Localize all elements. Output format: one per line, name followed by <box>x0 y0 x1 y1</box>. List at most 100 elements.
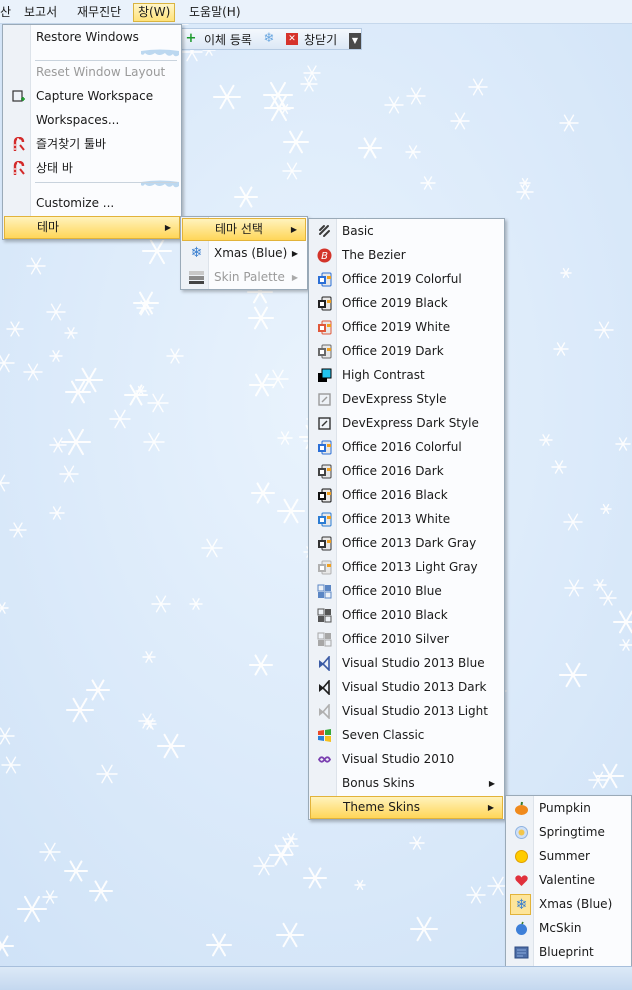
status-bar-label: 상태 바 <box>36 161 73 175</box>
office2010-icon <box>317 584 332 599</box>
add-transfer-button[interactable]: 이체 등록 <box>204 31 252 49</box>
skin-item[interactable]: Office 2016 Colorful <box>310 436 503 459</box>
skin-item[interactable]: Office 2016 Dark <box>310 460 503 483</box>
close-icon[interactable]: ✕ <box>286 33 298 45</box>
skin-item[interactable]: Office 2010 Blue <box>310 580 503 603</box>
skin-label: Office 2019 Colorful <box>342 272 462 286</box>
skin-item[interactable]: Visual Studio 2013 Dark <box>310 676 503 699</box>
plus-icon[interactable]: + <box>184 32 198 46</box>
skin-item[interactable]: Seven Classic <box>310 724 503 747</box>
submenu-arrow-icon: ▶ <box>290 225 297 234</box>
devexpress-icon <box>318 417 331 430</box>
skin-label: Seven Classic <box>342 728 425 742</box>
office-icon <box>318 272 332 287</box>
theme-skin-item[interactable]: Valentine <box>507 869 630 892</box>
submenu-arrow-icon: ▶ <box>291 249 298 258</box>
snowflake-icon: ❄ <box>263 31 275 46</box>
skin-label: Office 2019 Black <box>342 296 448 310</box>
contrast-icon <box>318 368 332 382</box>
svg-text:B: B <box>321 251 328 262</box>
theme-skin-item[interactable]: ❄ Xmas (Blue) <box>507 893 630 916</box>
flower-icon <box>515 826 528 839</box>
office-icon <box>318 344 332 359</box>
theme-skin-label: Valentine <box>539 873 595 887</box>
submenu-arrow-icon: ▶ <box>488 779 495 788</box>
close-window-button[interactable]: 창닫기 <box>304 31 337 49</box>
vs-icon <box>319 704 330 719</box>
heart-icon <box>515 875 528 886</box>
skin-item[interactable]: Office 2019 White <box>310 316 503 339</box>
skin-item[interactable]: Office 2016 Black <box>310 484 503 507</box>
theme-item[interactable]: 테마 ▶ <box>4 216 180 239</box>
office-icon <box>318 440 332 455</box>
menu-item-window[interactable]: 창(W) <box>133 3 176 22</box>
theme-skin-item[interactable]: Pumpkin <box>507 797 630 820</box>
workspaces-label: Workspaces... <box>36 113 120 127</box>
workspaces-item[interactable]: Workspaces... <box>4 109 180 132</box>
menu-item-report[interactable]: 보고서 <box>20 3 61 22</box>
windows-icon <box>318 729 331 742</box>
theme-skin-label: Blueprint <box>539 945 594 959</box>
theme-skin-label: Springtime <box>539 825 605 839</box>
theme-skin-item[interactable]: McSkin <box>507 917 630 940</box>
menu-item-help[interactable]: 도움말(H) <box>185 3 245 22</box>
submenu-arrow-icon: ▶ <box>291 273 298 282</box>
capture-workspace-icon <box>12 90 25 102</box>
reset-window-layout-item[interactable]: Reset Window Layout <box>4 61 180 84</box>
office-icon <box>318 464 332 479</box>
skin-item[interactable]: Theme Skins ▶ <box>310 796 503 819</box>
select-theme-item[interactable]: 테마 선택 ▶ <box>182 218 306 241</box>
skin-label: Office 2013 White <box>342 512 451 526</box>
theme-skin-item[interactable]: Blueprint <box>507 941 630 964</box>
skin-label: Office 2013 Dark Gray <box>342 536 477 550</box>
skin-item[interactable]: Office 2013 Dark Gray <box>310 532 503 555</box>
menu-item-calc[interactable]: 산 <box>0 3 15 22</box>
xmas-blue-item[interactable]: ❄ Xmas (Blue) ▶ <box>182 242 306 265</box>
skin-item[interactable]: B The Bezier <box>310 244 503 267</box>
skin-item[interactable]: Bonus Skins ▶ <box>310 772 503 795</box>
skin-item[interactable]: Basic <box>310 220 503 243</box>
status-bar-item[interactable]: 상태 바 <box>4 157 180 180</box>
theme-skin-label: Pumpkin <box>539 801 591 815</box>
skin-label: Visual Studio 2013 Dark <box>342 680 487 694</box>
skin-item[interactable]: DevExpress Style <box>310 388 503 411</box>
skin-label: Theme Skins <box>343 800 420 814</box>
skin-item[interactable]: Office 2019 Colorful <box>310 268 503 291</box>
toolbar-dropdown-icon[interactable]: ▼ <box>349 33 361 49</box>
submenu-arrow-icon: ▶ <box>164 223 171 232</box>
skin-item[interactable]: Visual Studio 2010 <box>310 748 503 771</box>
skin-label: Office 2016 Colorful <box>342 440 462 454</box>
favorites-toolbar-item[interactable]: 즐겨찾기 툴바 <box>4 133 180 156</box>
restore-windows-item[interactable]: Restore Windows <box>4 26 180 49</box>
theme-skin-item[interactable]: Summer <box>507 845 630 868</box>
skin-item[interactable]: Office 2019 Black <box>310 292 503 315</box>
skins-submenu: Basic B The Bezier Office 2019 Colorful Offi… <box>308 218 505 820</box>
theme-skin-item[interactable]: Springtime <box>507 821 630 844</box>
reset-layout-label: Reset Window Layout <box>36 65 166 79</box>
select-theme-label: 테마 선택 <box>215 222 263 236</box>
office-icon <box>318 536 332 551</box>
theme-skin-label: Summer <box>539 849 590 863</box>
skin-item[interactable]: Office 2010 Black <box>310 604 503 627</box>
apple-icon <box>516 921 527 935</box>
blueprint-icon <box>514 946 529 959</box>
skin-item[interactable]: Office 2010 Silver <box>310 628 503 651</box>
customize-label: Customize ... <box>36 196 115 210</box>
submenu-arrow-icon: ▶ <box>487 803 494 812</box>
skin-item[interactable]: Office 2013 Light Gray <box>310 556 503 579</box>
skin-item[interactable]: High Contrast <box>310 364 503 387</box>
skin-item[interactable]: Visual Studio 2013 Light <box>310 700 503 723</box>
menu-item-financial-diagnosis[interactable]: 재무진단 <box>73 3 125 22</box>
customize-item[interactable]: Customize ... <box>4 192 180 215</box>
skin-item[interactable]: DevExpress Dark Style <box>310 412 503 435</box>
skin-label: DevExpress Style <box>342 392 447 406</box>
office-icon <box>318 296 332 311</box>
skin-label: Office 2010 Silver <box>342 632 449 646</box>
skin-item[interactable]: Office 2013 White <box>310 508 503 531</box>
office-icon <box>318 560 332 575</box>
separator <box>35 182 177 183</box>
skin-item[interactable]: Visual Studio 2013 Blue <box>310 652 503 675</box>
capture-workspace-item[interactable]: Capture Workspace <box>4 85 180 108</box>
skin-item[interactable]: Office 2019 Dark <box>310 340 503 363</box>
skin-palette-item[interactable]: Skin Palette ▶ <box>182 266 306 289</box>
